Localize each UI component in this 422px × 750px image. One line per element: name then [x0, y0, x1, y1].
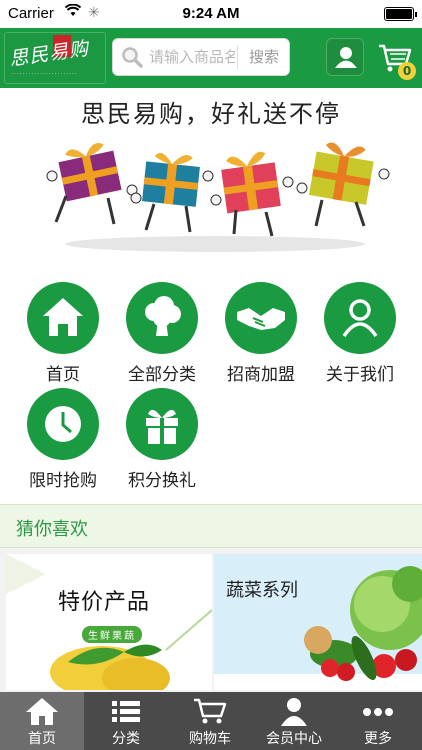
user-icon — [335, 47, 357, 68]
dancing-gifts-illustration — [46, 142, 390, 252]
logo[interactable]: 思民易购 ······················· — [4, 32, 106, 84]
tab-label: 会员中心 — [266, 731, 322, 747]
category-home[interactable]: 首页 — [15, 254, 111, 385]
cart-button[interactable]: 0 — [376, 38, 416, 80]
category-label: 限时抢购 — [29, 471, 97, 491]
tab-label: 首页 — [28, 731, 56, 747]
bottom-tab-bar: 首页 分类 购物车 会员中心 更多 — [0, 692, 422, 750]
more-icon — [363, 708, 393, 716]
broccoli-icon — [126, 282, 198, 354]
tab-member-center[interactable]: 会员中心 — [252, 692, 336, 750]
category-about[interactable]: 关于我们 — [312, 254, 408, 385]
logo-text: 思民易购 — [8, 37, 91, 71]
home-icon — [26, 698, 58, 725]
promo-cards: 特价产品 生鲜果蔬 蔬菜系列 — [0, 548, 422, 692]
recommend-section-header: 猜你喜欢 — [0, 504, 422, 548]
category-label: 积分换礼 — [128, 471, 196, 491]
cart-icon — [194, 698, 227, 724]
search-box: 搜索 — [112, 38, 290, 76]
banner-title: 思民易购，好礼送不停 — [81, 100, 341, 128]
tab-label: 更多 — [364, 731, 392, 747]
search-button[interactable]: 搜索 — [239, 39, 289, 75]
promo-card-special[interactable]: 特价产品 生鲜果蔬 — [6, 554, 212, 690]
clock-icon — [27, 388, 99, 460]
tab-label: 购物车 — [189, 731, 231, 747]
person-icon — [324, 282, 396, 354]
gift-icon — [126, 388, 198, 460]
category-points-gift[interactable]: 积分换礼 — [114, 360, 210, 491]
home-icon — [27, 282, 99, 354]
list-icon — [112, 701, 140, 722]
promo-card-vegetables[interactable]: 蔬菜系列 — [214, 554, 422, 690]
tab-category[interactable]: 分类 — [84, 692, 168, 750]
category-label: 招商加盟 — [227, 365, 295, 385]
search-icon — [121, 46, 143, 68]
logo-subtitle-decoration: ······················· — [11, 71, 78, 78]
tab-more[interactable]: 更多 — [336, 692, 422, 750]
category-all[interactable]: 全部分类 — [114, 254, 210, 385]
promo-banner[interactable]: 思民易购，好礼送不停 — [0, 88, 422, 254]
handshake-icon — [225, 282, 297, 354]
category-label: 关于我们 — [326, 365, 394, 385]
category-grid: 首页 全部分类 招商加盟 关于我们 限时抢购 积分换礼 — [0, 254, 422, 504]
user-button[interactable] — [326, 38, 364, 76]
promo-card-title: 特价产品 — [58, 590, 151, 615]
category-flash-sale[interactable]: 限时抢购 — [15, 360, 111, 491]
promo-card-title: 蔬菜系列 — [226, 580, 298, 601]
top-bar: 思民易购 ······················· 搜索 0 — [0, 28, 422, 88]
promo-card-tag: 生鲜果蔬 — [82, 626, 142, 643]
section-title: 猜你喜欢 — [16, 519, 88, 540]
search-input[interactable] — [149, 39, 235, 75]
cart-count-badge: 0 — [398, 62, 416, 80]
tab-cart[interactable]: 购物车 — [168, 692, 252, 750]
user-icon — [281, 698, 307, 726]
clock-time: 9:24 AM — [182, 5, 240, 22]
tab-label: 分类 — [112, 731, 140, 747]
fruit-illustration — [6, 554, 212, 690]
vegetable-illustration — [214, 566, 422, 690]
status-bar: Carrier ✳ 9:24 AM — [0, 0, 422, 28]
battery-icon — [384, 7, 417, 21]
tab-home[interactable]: 首页 — [0, 692, 84, 750]
category-franchise[interactable]: 招商加盟 — [213, 254, 309, 385]
search-divider — [237, 45, 238, 69]
